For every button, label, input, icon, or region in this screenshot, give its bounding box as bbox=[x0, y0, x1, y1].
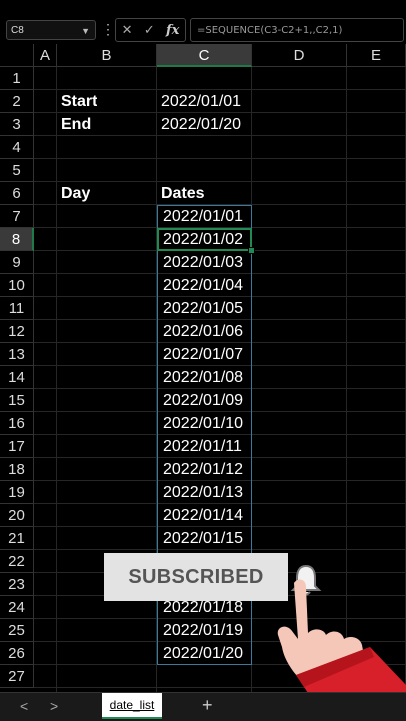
date-cell[interactable]: 2022/01/11 bbox=[163, 435, 242, 458]
row-header-18[interactable]: 18 bbox=[0, 458, 34, 481]
row-header-15[interactable]: 15 bbox=[0, 389, 34, 412]
date-cell[interactable]: 2022/01/04 bbox=[163, 274, 243, 297]
cell-b2-start-label[interactable]: Start bbox=[61, 90, 97, 113]
column-header-a[interactable]: A bbox=[34, 44, 57, 67]
row-header-2[interactable]: 2 bbox=[0, 90, 34, 113]
column-header-e[interactable]: E bbox=[347, 44, 406, 67]
formula-actions: ✕ ✓ fx bbox=[115, 18, 186, 42]
date-cell[interactable]: 2022/01/09 bbox=[163, 389, 243, 412]
row-header-24[interactable]: 24 bbox=[0, 596, 34, 619]
row-header-1[interactable]: 1 bbox=[0, 67, 34, 90]
row-header-14[interactable]: 14 bbox=[0, 366, 34, 389]
cell-b6-day-header[interactable]: Day bbox=[61, 182, 90, 205]
sheet-bar: < > date_list + bbox=[0, 692, 406, 721]
add-sheet-button[interactable]: + bbox=[202, 695, 213, 716]
date-cell[interactable]: 2022/01/20 bbox=[163, 642, 243, 665]
cancel-icon[interactable]: ✕ bbox=[122, 22, 133, 38]
more-options-icon[interactable]: ⋮ bbox=[101, 21, 115, 38]
column-header-c[interactable]: C bbox=[157, 44, 252, 67]
column-header-d[interactable]: D bbox=[252, 44, 347, 67]
row-header-19[interactable]: 19 bbox=[0, 481, 34, 504]
row-header-25[interactable]: 25 bbox=[0, 619, 34, 642]
date-cell[interactable]: 2022/01/10 bbox=[163, 412, 243, 435]
date-cell[interactable]: 2022/01/13 bbox=[163, 481, 243, 504]
row-header-26[interactable]: 26 bbox=[0, 642, 34, 665]
row-header-20[interactable]: 20 bbox=[0, 504, 34, 527]
active-cell-selection[interactable] bbox=[157, 228, 252, 251]
insert-function-icon[interactable]: fx bbox=[166, 23, 179, 38]
fill-handle[interactable] bbox=[248, 247, 255, 254]
chevron-left-icon[interactable]: < bbox=[20, 698, 28, 714]
row-header-4[interactable]: 4 bbox=[0, 136, 34, 159]
name-box[interactable]: C8 ▼ bbox=[6, 20, 96, 40]
row-header-5[interactable]: 5 bbox=[0, 159, 34, 182]
cell-b3-end-label[interactable]: End bbox=[61, 113, 91, 136]
cell-c6-dates-header[interactable]: Dates bbox=[161, 182, 205, 205]
row-header-10[interactable]: 10 bbox=[0, 274, 34, 297]
row-header-17[interactable]: 17 bbox=[0, 435, 34, 458]
row-header-16[interactable]: 16 bbox=[0, 412, 34, 435]
cell-c2-start-date[interactable]: 2022/01/01 bbox=[161, 90, 241, 113]
formula-input[interactable]: =SEQUENCE(C3-C2+1,,C2,1) bbox=[190, 18, 404, 42]
row-header-23[interactable]: 23 bbox=[0, 573, 34, 596]
row-header-12[interactable]: 12 bbox=[0, 320, 34, 343]
row-header-7[interactable]: 7 bbox=[0, 205, 34, 228]
sheet-tab-date-list[interactable]: date_list bbox=[102, 693, 162, 719]
date-cell[interactable]: 2022/01/07 bbox=[163, 343, 243, 366]
date-cell[interactable]: 2022/01/01 bbox=[163, 205, 243, 228]
date-cell[interactable]: 2022/01/15 bbox=[163, 527, 243, 550]
date-cell[interactable]: 2022/01/12 bbox=[163, 458, 243, 481]
chevron-right-icon[interactable]: > bbox=[50, 698, 58, 714]
row-header-13[interactable]: 13 bbox=[0, 343, 34, 366]
select-all-corner[interactable] bbox=[0, 44, 34, 67]
row-header-8[interactable]: 8 bbox=[0, 228, 34, 251]
row-header-21[interactable]: 21 bbox=[0, 527, 34, 550]
date-cell[interactable]: 2022/01/05 bbox=[163, 297, 243, 320]
date-cell[interactable]: 2022/01/14 bbox=[163, 504, 243, 527]
date-cell[interactable]: 2022/01/06 bbox=[163, 320, 243, 343]
date-cell[interactable]: 2022/01/08 bbox=[163, 366, 243, 389]
gridline bbox=[34, 158, 406, 159]
cell-c3-end-date[interactable]: 2022/01/20 bbox=[161, 113, 241, 136]
date-cell[interactable]: 2022/01/03 bbox=[163, 251, 243, 274]
gridline bbox=[56, 67, 57, 692]
name-box-value: C8 bbox=[11, 25, 24, 36]
chevron-down-icon[interactable]: ▼ bbox=[81, 21, 90, 41]
date-cell[interactable]: 2022/01/19 bbox=[163, 619, 243, 642]
row-header-27[interactable]: 27 bbox=[0, 665, 34, 688]
column-header-b[interactable]: B bbox=[57, 44, 157, 67]
row-header-22[interactable]: 22 bbox=[0, 550, 34, 573]
row-header-6[interactable]: 6 bbox=[0, 182, 34, 205]
row-header-3[interactable]: 3 bbox=[0, 113, 34, 136]
enter-icon[interactable]: ✓ bbox=[144, 22, 155, 38]
subscribe-button[interactable]: SUBSCRIBED bbox=[104, 553, 288, 601]
row-header-11[interactable]: 11 bbox=[0, 297, 34, 320]
row-header-9[interactable]: 9 bbox=[0, 251, 34, 274]
